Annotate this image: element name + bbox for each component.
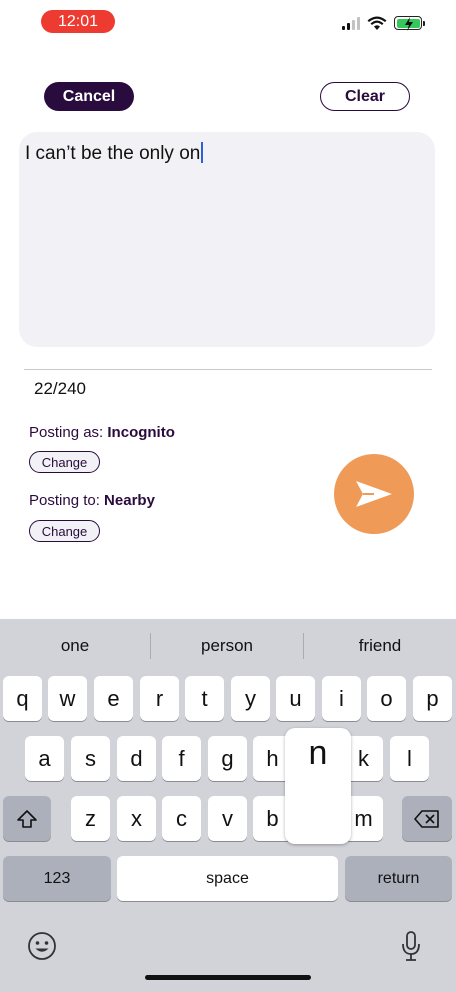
key-o[interactable]: o bbox=[367, 676, 406, 721]
key-q[interactable]: q bbox=[3, 676, 42, 721]
key-g[interactable]: g bbox=[208, 736, 247, 781]
wifi-icon bbox=[367, 16, 387, 30]
suggestion-2[interactable]: person bbox=[151, 619, 303, 673]
posting-to-label: Posting to: Nearby bbox=[29, 492, 155, 509]
signal-icon bbox=[342, 16, 360, 30]
shift-icon bbox=[17, 809, 37, 828]
battery-icon bbox=[394, 16, 425, 31]
key-w[interactable]: w bbox=[48, 676, 87, 721]
post-text: I can’t be the only on bbox=[25, 143, 201, 164]
posting-as-value: Incognito bbox=[107, 424, 175, 441]
key-c[interactable]: c bbox=[162, 796, 201, 841]
key-l[interactable]: l bbox=[390, 736, 429, 781]
numbers-key[interactable]: 123 bbox=[3, 856, 111, 901]
backspace-icon bbox=[414, 809, 439, 828]
posting-as-label: Posting as: Incognito bbox=[29, 424, 175, 441]
key-v[interactable]: v bbox=[208, 796, 247, 841]
post-text-area[interactable]: I can’t be the only on bbox=[19, 132, 435, 347]
status-time: 12:01 bbox=[41, 10, 115, 33]
character-counter: 22/240 bbox=[34, 379, 86, 398]
change-location-button[interactable]: Change bbox=[29, 520, 100, 542]
status-icons bbox=[342, 13, 425, 33]
microphone-icon bbox=[402, 931, 420, 961]
key-p[interactable]: p bbox=[413, 676, 452, 721]
cancel-button[interactable]: Cancel bbox=[44, 82, 134, 111]
clear-button[interactable]: Clear bbox=[320, 82, 410, 111]
emoji-button[interactable] bbox=[27, 931, 57, 961]
key-e[interactable]: e bbox=[94, 676, 133, 721]
send-icon bbox=[356, 481, 392, 507]
key-t[interactable]: t bbox=[185, 676, 224, 721]
key-f[interactable]: f bbox=[162, 736, 201, 781]
shift-key[interactable] bbox=[3, 796, 51, 841]
posting-to-prefix: Posting to: bbox=[29, 492, 105, 509]
posting-as-prefix: Posting as: bbox=[29, 424, 108, 441]
key-i[interactable]: i bbox=[322, 676, 361, 721]
send-button[interactable] bbox=[334, 454, 414, 534]
key-a[interactable]: a bbox=[25, 736, 64, 781]
key-n-popup[interactable]: n bbox=[285, 728, 351, 844]
posting-to-value: Nearby bbox=[104, 492, 155, 509]
suggestion-1[interactable]: one bbox=[0, 619, 150, 673]
key-x[interactable]: x bbox=[117, 796, 156, 841]
key-s[interactable]: s bbox=[71, 736, 110, 781]
space-key[interactable]: space bbox=[117, 856, 338, 901]
divider bbox=[24, 369, 432, 370]
key-r[interactable]: r bbox=[140, 676, 179, 721]
key-d[interactable]: d bbox=[117, 736, 156, 781]
emoji-icon bbox=[28, 932, 56, 960]
backspace-key[interactable] bbox=[402, 796, 452, 841]
key-z[interactable]: z bbox=[71, 796, 110, 841]
suggestion-3[interactable]: friend bbox=[304, 619, 456, 673]
text-caret bbox=[201, 142, 204, 163]
key-y[interactable]: y bbox=[231, 676, 270, 721]
change-identity-button[interactable]: Change bbox=[29, 451, 100, 473]
home-indicator[interactable] bbox=[145, 975, 311, 980]
dictation-button[interactable] bbox=[396, 929, 426, 963]
return-key[interactable]: return bbox=[345, 856, 452, 901]
key-u[interactable]: u bbox=[276, 676, 315, 721]
